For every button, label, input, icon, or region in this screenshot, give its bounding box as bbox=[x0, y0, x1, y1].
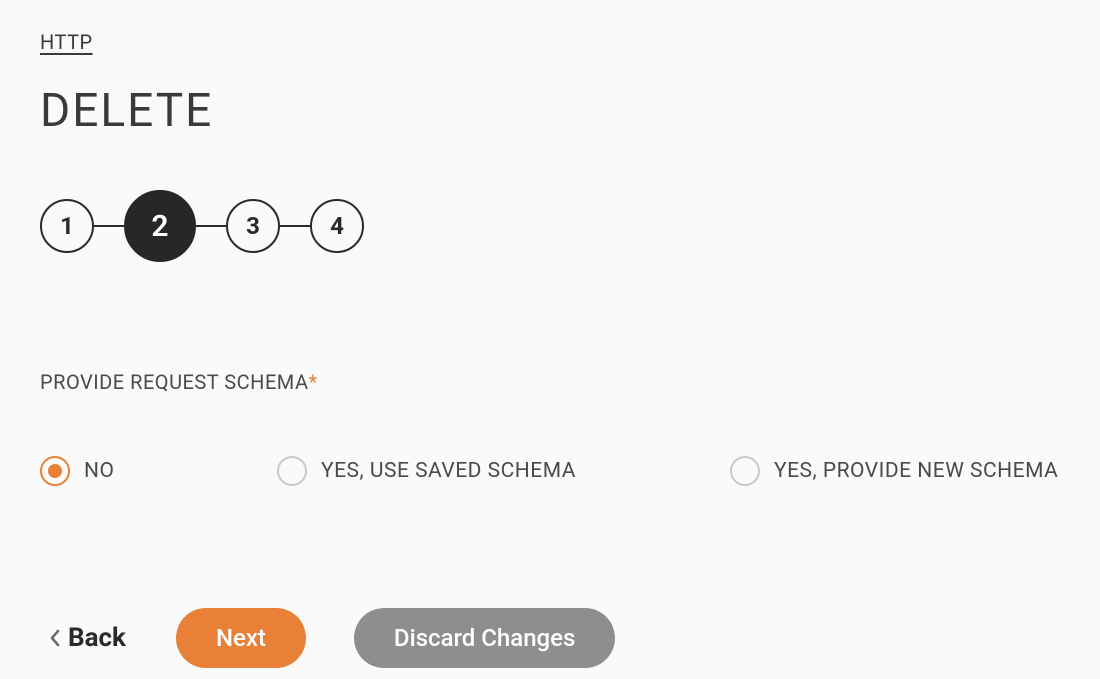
breadcrumb-http[interactable]: HTTP bbox=[40, 30, 93, 54]
step-3[interactable]: 3 bbox=[226, 199, 280, 253]
field-label-row: PROVIDE REQUEST SCHEMA* bbox=[40, 370, 1060, 394]
page-title: DELETE bbox=[40, 84, 1060, 138]
form-section: PROVIDE REQUEST SCHEMA* NO YES, USE SAVE… bbox=[40, 370, 1060, 486]
request-schema-label: PROVIDE REQUEST SCHEMA bbox=[40, 370, 309, 394]
step-4[interactable]: 4 bbox=[310, 199, 364, 253]
step-connector bbox=[196, 225, 226, 227]
radio-label-no: NO bbox=[84, 459, 114, 483]
radio-dot-icon bbox=[48, 464, 62, 478]
radio-icon bbox=[277, 456, 307, 486]
required-asterisk: * bbox=[309, 370, 318, 394]
step-2[interactable]: 2 bbox=[124, 190, 196, 262]
step-connector bbox=[94, 225, 124, 227]
chevron-left-icon bbox=[50, 629, 60, 647]
radio-label-use-saved: YES, USE SAVED SCHEMA bbox=[321, 459, 576, 483]
stepper: 1 2 3 4 bbox=[40, 190, 1060, 262]
radio-label-provide-new: YES, PROVIDE NEW SCHEMA bbox=[774, 459, 1058, 483]
request-schema-radio-group: NO YES, USE SAVED SCHEMA YES, PROVIDE NE… bbox=[40, 456, 1060, 486]
actions-row: Back Next Discard Changes bbox=[40, 608, 1060, 668]
radio-icon bbox=[730, 456, 760, 486]
radio-option-use-saved-schema[interactable]: YES, USE SAVED SCHEMA bbox=[277, 456, 730, 486]
radio-option-provide-new-schema[interactable]: YES, PROVIDE NEW SCHEMA bbox=[730, 456, 1058, 486]
back-label: Back bbox=[68, 623, 126, 653]
discard-changes-button[interactable]: Discard Changes bbox=[354, 608, 615, 668]
back-button[interactable]: Back bbox=[50, 613, 126, 663]
step-connector bbox=[280, 225, 310, 227]
radio-option-no[interactable]: NO bbox=[40, 456, 277, 486]
radio-icon bbox=[40, 456, 70, 486]
step-1[interactable]: 1 bbox=[40, 199, 94, 253]
next-button[interactable]: Next bbox=[176, 608, 306, 668]
